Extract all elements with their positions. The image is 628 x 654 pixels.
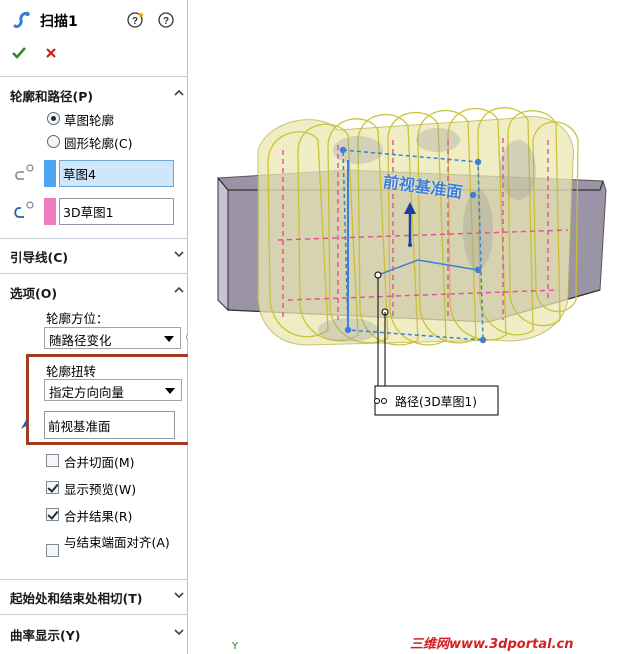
profile-field[interactable]: 草图4 (59, 160, 174, 187)
direction-vector-icon (20, 418, 32, 433)
chevron-up-icon[interactable] (174, 285, 184, 295)
section-curvature[interactable]: 曲率显示(Y) (10, 625, 80, 644)
divider (0, 238, 187, 239)
orientation-select[interactable]: 随路径变化 (44, 327, 181, 349)
profile-color-swatch (44, 160, 56, 187)
twist-label: 轮廓扭转 (46, 364, 97, 379)
axis-label: Y (232, 641, 239, 652)
section-tangency[interactable]: 起始处和结束处相切(T) (10, 588, 142, 607)
divider (0, 579, 187, 580)
help-icon[interactable]: ? (156, 10, 176, 33)
graphics-area[interactable]: 前视基准面 路径(3D草图1) Y 三维网www.3dportal.cn (188, 0, 628, 654)
profile-icon (12, 163, 34, 186)
path-callout-label: 路径(3D草图1) (395, 395, 477, 409)
merge-result-label[interactable]: 合并结果(R) (64, 506, 132, 525)
sweep-feature-icon (12, 10, 32, 33)
orientation-label: 轮廓方位： (46, 311, 109, 326)
section-profile-path[interactable]: 轮廓和路径(P) (10, 86, 93, 105)
chevron-down-icon[interactable] (174, 249, 184, 259)
show-preview-label[interactable]: 显示预览(W) (64, 479, 136, 498)
cancel-button[interactable] (44, 46, 58, 60)
align-end-checkbox[interactable] (46, 544, 59, 557)
twist-select[interactable]: 指定方向向量 (44, 379, 182, 401)
radio-sketch-profile[interactable] (47, 112, 60, 125)
details-help-icon[interactable]: ? (126, 10, 146, 33)
chevron-down-icon[interactable] (174, 627, 184, 637)
radio-circle-profile[interactable] (47, 135, 60, 148)
divider (0, 273, 187, 274)
path-field[interactable]: 3D草图1 (59, 198, 174, 225)
radio-circle-profile-label[interactable]: 圆形轮廓(C) (64, 133, 132, 152)
svg-text:?: ? (132, 16, 138, 27)
section-guides[interactable]: 引导线(C) (10, 247, 68, 266)
chevron-up-icon[interactable] (174, 88, 184, 98)
ok-button[interactable] (11, 45, 27, 61)
property-manager-panel: 扫描1 ? ? 轮廓和路径(P) 草图轮廓 圆形轮廓(C) 草图4 3D草图1 … (0, 0, 201, 654)
merge-tangent-checkbox[interactable] (46, 454, 59, 467)
radio-sketch-profile-label[interactable]: 草图轮廓 (64, 110, 114, 129)
watermark: 三维网www.3dportal.cn (410, 637, 574, 652)
svg-text:?: ? (163, 16, 169, 27)
page-title: 扫描1 (40, 14, 78, 30)
divider (0, 76, 187, 77)
align-end-label[interactable]: 与结束端面对齐(A) (64, 535, 178, 551)
merge-result-checkbox[interactable] (46, 508, 59, 521)
orientation-select-value: 随路径变化 (49, 333, 112, 348)
dropdown-arrow-icon (164, 336, 174, 342)
direction-field[interactable]: 前视基准面 (44, 411, 175, 439)
dropdown-arrow-icon (165, 388, 175, 394)
path-color-swatch (44, 198, 56, 225)
divider (0, 614, 187, 615)
merge-tangent-label[interactable]: 合并切面(M) (64, 452, 135, 471)
show-preview-checkbox[interactable] (46, 481, 59, 494)
section-options[interactable]: 选项(O) (10, 283, 57, 302)
chevron-down-icon[interactable] (174, 590, 184, 600)
twist-select-value: 指定方向向量 (49, 385, 125, 400)
path-icon (12, 200, 34, 223)
sweep-preview-model[interactable] (188, 0, 628, 654)
